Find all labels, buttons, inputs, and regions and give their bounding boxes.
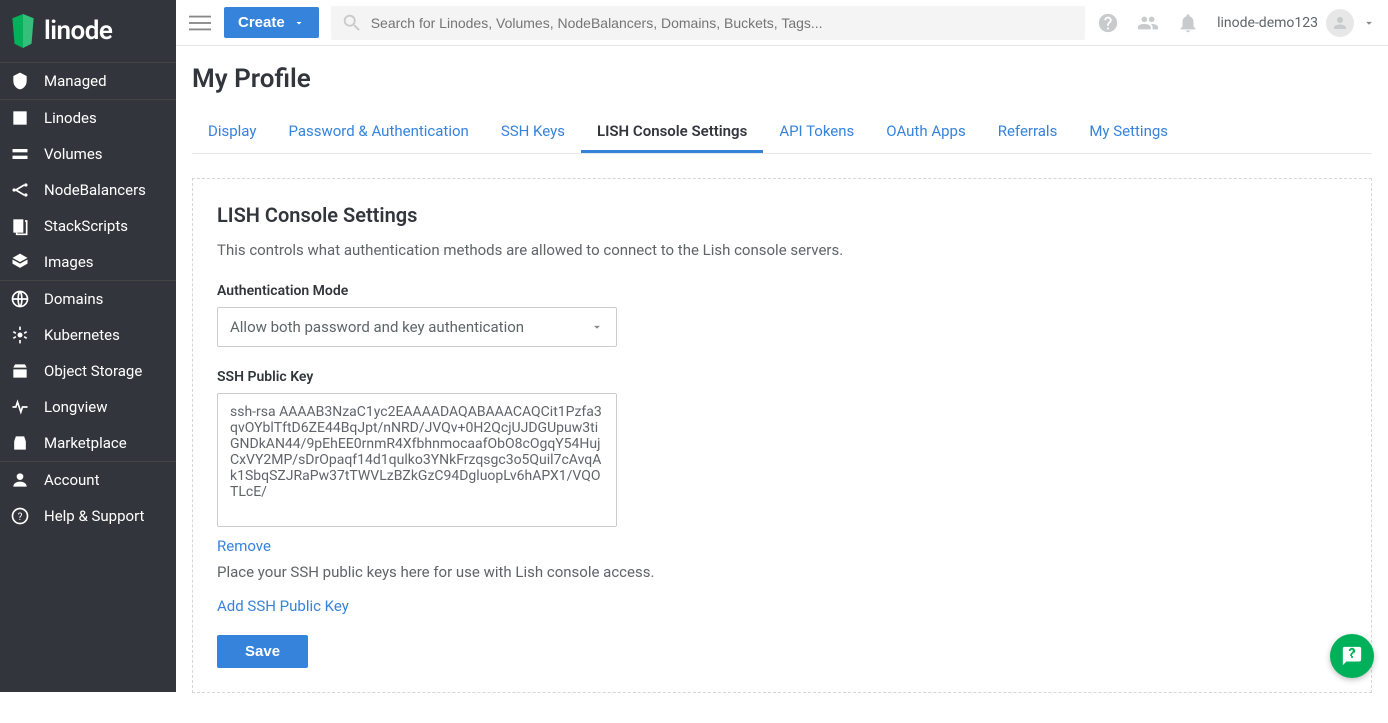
tab-oauth-apps[interactable]: OAuth Apps: [870, 112, 981, 153]
tab-api-tokens[interactable]: API Tokens: [763, 112, 870, 153]
sidebar-item-label: Managed: [44, 72, 107, 90]
search-icon: [341, 12, 363, 34]
chevron-down-icon: [590, 320, 604, 334]
help-icon[interactable]: [1097, 12, 1119, 34]
search[interactable]: [331, 6, 1085, 40]
sidebar-item-nodebalancers[interactable]: NodeBalancers: [0, 172, 176, 208]
support-fab[interactable]: [1330, 634, 1374, 678]
auth-mode-value: Allow both password and key authenticati…: [230, 318, 524, 336]
volumes-icon: [10, 144, 30, 164]
help-icon: ?: [10, 506, 30, 526]
sidebar-item-label: Kubernetes: [44, 326, 120, 344]
sidebar: linode Managed Linodes Volumes NodeBalancer…: [0, 0, 176, 692]
sidebar-item-account[interactable]: Account: [0, 462, 176, 498]
sidebar-item-label: StackScripts: [44, 217, 128, 235]
menu-toggle[interactable]: [188, 11, 212, 35]
section-heading: LISH Console Settings: [217, 203, 1347, 227]
managed-icon: [10, 71, 30, 91]
community-icon[interactable]: [1137, 12, 1159, 34]
chevron-down-icon: [293, 17, 305, 29]
svg-text:?: ?: [18, 512, 23, 523]
sidebar-item-label: Longview: [44, 398, 107, 416]
sidebar-item-label: NodeBalancers: [44, 181, 146, 199]
auth-mode-select[interactable]: Allow both password and key authenticati…: [217, 307, 617, 347]
sidebar-item-label: Linodes: [44, 109, 97, 127]
sidebar-item-images[interactable]: Images: [0, 244, 176, 280]
tab-ssh-keys[interactable]: SSH Keys: [485, 112, 581, 153]
tab-my-settings[interactable]: My Settings: [1073, 112, 1184, 153]
logo[interactable]: linode: [0, 0, 176, 62]
section-description: This controls what authentication method…: [217, 241, 1347, 259]
nodebalancers-icon: [10, 180, 30, 200]
notifications-icon[interactable]: [1177, 12, 1199, 34]
main: Create linode-demo123 My Profile Display…: [176, 0, 1388, 723]
save-button[interactable]: Save: [217, 635, 308, 668]
sidebar-item-label: Marketplace: [44, 434, 127, 452]
sidebar-item-label: Volumes: [44, 145, 103, 163]
sidebar-item-linodes[interactable]: Linodes: [0, 100, 176, 136]
chat-help-icon: [1341, 645, 1363, 667]
tab-referrals[interactable]: Referrals: [982, 112, 1074, 153]
sidebar-item-label: Account: [44, 471, 100, 489]
sidebar-item-volumes[interactable]: Volumes: [0, 136, 176, 172]
page: My Profile DisplayPassword & Authenticat…: [176, 46, 1388, 723]
remove-link[interactable]: Remove: [217, 537, 271, 555]
sidebar-item-label: Domains: [44, 290, 103, 308]
kubernetes-icon: [10, 325, 30, 345]
sidebar-item-marketplace[interactable]: Marketplace: [0, 425, 176, 461]
linode-logo-icon: [10, 14, 36, 48]
user-menu[interactable]: linode-demo123: [1217, 9, 1376, 37]
sidebar-item-label: Object Storage: [44, 362, 142, 380]
topbar-icons: linode-demo123: [1097, 9, 1376, 37]
add-ssh-key-link[interactable]: Add SSH Public Key: [217, 597, 349, 615]
ssh-key-hint: Place your SSH public keys here for use …: [217, 563, 1347, 581]
account-icon: [10, 470, 30, 490]
create-button-label: Create: [238, 14, 285, 31]
tab-display[interactable]: Display: [192, 112, 272, 153]
username: linode-demo123: [1217, 15, 1318, 31]
sidebar-item-label: Images: [44, 253, 94, 271]
sidebar-item-help-support[interactable]: ? Help & Support: [0, 498, 176, 534]
sidebar-item-kubernetes[interactable]: Kubernetes: [0, 317, 176, 353]
object-storage-icon: [10, 361, 30, 381]
images-icon: [10, 252, 30, 272]
lish-settings-panel: LISH Console Settings This controls what…: [192, 178, 1372, 693]
sidebar-item-managed[interactable]: Managed: [0, 63, 176, 99]
hamburger-icon: [189, 12, 211, 34]
domains-icon: [10, 289, 30, 309]
tabs: DisplayPassword & AuthenticationSSH Keys…: [192, 112, 1372, 154]
sidebar-item-label: Help & Support: [44, 507, 144, 525]
sidebar-item-stackscripts[interactable]: StackScripts: [0, 208, 176, 244]
linodes-icon: [10, 108, 30, 128]
longview-icon: [10, 397, 30, 417]
sidebar-item-domains[interactable]: Domains: [0, 281, 176, 317]
chevron-down-icon: [1362, 16, 1376, 30]
sidebar-item-longview[interactable]: Longview: [0, 389, 176, 425]
ssh-key-textarea[interactable]: [217, 393, 617, 527]
tab-lish-console-settings[interactable]: LISH Console Settings: [581, 112, 763, 153]
avatar-icon: [1331, 14, 1349, 32]
ssh-key-label: SSH Public Key: [217, 369, 1347, 385]
topbar: Create linode-demo123: [176, 0, 1388, 46]
avatar: [1326, 9, 1354, 37]
auth-mode-label: Authentication Mode: [217, 283, 1347, 299]
brand-name: linode: [44, 16, 112, 46]
create-button[interactable]: Create: [224, 7, 319, 38]
marketplace-icon: [10, 433, 30, 453]
tab-password-authentication[interactable]: Password & Authentication: [272, 112, 484, 153]
sidebar-item-object-storage[interactable]: Object Storage: [0, 353, 176, 389]
page-title: My Profile: [192, 64, 1372, 94]
search-input[interactable]: [371, 15, 1075, 31]
stackscripts-icon: [10, 216, 30, 236]
